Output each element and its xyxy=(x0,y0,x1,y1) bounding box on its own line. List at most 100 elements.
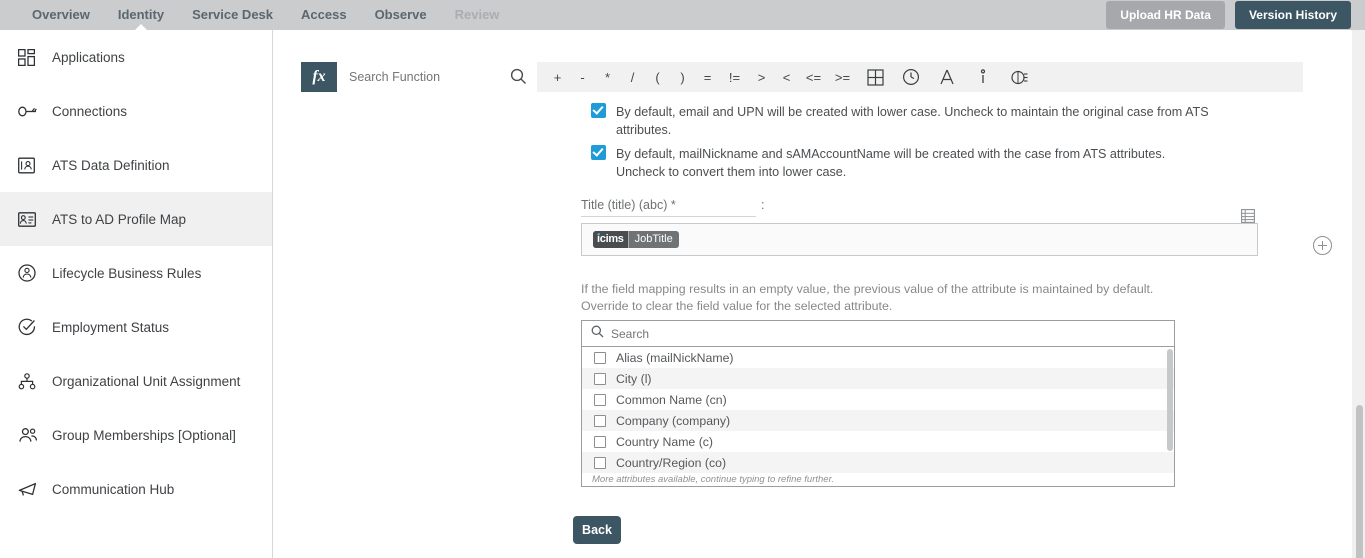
person-circle-icon xyxy=(18,262,44,284)
attribute-search-wrapper xyxy=(582,321,1174,347)
nav-tab-observe[interactable]: Observe xyxy=(361,0,441,30)
operator-button-11[interactable]: >= xyxy=(828,70,857,85)
sidebar-item-label: ATS to AD Profile Map xyxy=(52,211,187,227)
empty-value-note-line1: If the field mapping results in an empty… xyxy=(581,282,1154,296)
mailnickname-case-label: By default, mailNickname and sAMAccountN… xyxy=(616,147,1166,179)
operator-button-2[interactable]: * xyxy=(595,70,620,85)
attribute-option-row[interactable]: City (l) xyxy=(582,368,1174,389)
sidebar-item-connections[interactable]: Connections xyxy=(0,84,272,138)
attribute-option-checkbox[interactable] xyxy=(594,435,606,448)
attribute-option-checkbox[interactable] xyxy=(594,456,606,469)
attribute-option-row[interactable]: Alias (mailNickName) xyxy=(582,347,1174,368)
attribute-list-scrollbar[interactable] xyxy=(1167,349,1173,451)
sidebar-item-group-memberships-optional[interactable]: Group Memberships [Optional] xyxy=(0,408,272,462)
attribute-option-label: Alias (mailNickName) xyxy=(616,350,734,365)
mailnickname-case-row: By default, mailNickname and sAMAccountN… xyxy=(591,145,1216,181)
search-icon[interactable] xyxy=(510,68,527,90)
grid-icon xyxy=(18,46,44,68)
attribute-option-checkbox[interactable] xyxy=(594,414,606,427)
top-navigation-bar: Overview Identity Service Desk Access Observ… xyxy=(0,0,1365,31)
sidebar-item-lifecycle-business-rules[interactable]: Lifecycle Business Rules xyxy=(0,246,272,300)
clipped-header-text xyxy=(313,30,953,39)
sidebar-item-label: Employment Status xyxy=(52,319,170,335)
attribute-option-label: Country/Region (co) xyxy=(616,455,727,470)
sidebar-item-communication-hub[interactable]: Communication Hub xyxy=(0,462,272,516)
id-badge-icon xyxy=(18,208,44,230)
nav-tab-overview[interactable]: Overview xyxy=(18,0,104,30)
sidebar-item-label: Connections xyxy=(52,103,128,119)
sidebar-item-label: ATS Data Definition xyxy=(52,157,170,173)
source-field-token[interactable]: icims JobTitle xyxy=(593,231,679,248)
attribute-option-label: Common Name (cn) xyxy=(616,392,727,407)
operator-button-6[interactable]: = xyxy=(695,70,720,85)
text-format-icon[interactable] xyxy=(929,68,965,86)
attribute-option-list[interactable]: Alias (mailNickName) City (l) Common Name … xyxy=(582,347,1174,486)
attribute-picker-footnote: More attributes available, continue typi… xyxy=(582,474,1174,486)
people-icon xyxy=(18,424,44,446)
attribute-option-row[interactable]: Country Name (c) xyxy=(582,431,1174,452)
mapping-colon: : xyxy=(761,198,765,212)
attribute-option-label: City (l) xyxy=(616,371,652,386)
sidebar-item-ats-data-definition[interactable]: ATS Data Definition xyxy=(0,138,272,192)
source-field-token-label: JobTitle xyxy=(627,231,679,248)
megaphone-icon xyxy=(18,478,44,500)
empty-value-note: If the field mapping results in an empty… xyxy=(581,281,1201,315)
attribute-option-row[interactable]: Company (company) xyxy=(582,410,1174,431)
attribute-search-input[interactable] xyxy=(609,325,1009,342)
operator-button-3[interactable]: / xyxy=(620,70,645,85)
formula-toolbar: fx +-*/()=!=><<=>= xyxy=(301,62,1303,92)
operator-button-1[interactable]: - xyxy=(570,70,595,85)
back-button[interactable]: Back xyxy=(573,516,621,544)
clock-icon[interactable] xyxy=(893,68,929,86)
sidebar-item-label: Applications xyxy=(52,49,125,65)
version-history-button[interactable]: Version History xyxy=(1234,1,1351,29)
operator-button-4[interactable]: ( xyxy=(645,70,670,85)
sidebar-item-ats-to-ad-profile-map[interactable]: ATS to AD Profile Map xyxy=(0,192,272,246)
main-content-area: fx +-*/()=!=><<=>= xyxy=(273,30,1365,558)
sidebar-item-label: Group Memberships [Optional] xyxy=(52,427,236,443)
attribute-option-label: Company (company) xyxy=(616,413,731,428)
main-scrollbar[interactable] xyxy=(1356,405,1363,558)
profile-map-card: fx +-*/()=!=><<=>= xyxy=(273,30,1352,558)
function-search-wrapper xyxy=(337,62,537,92)
icims-logo-icon: icims xyxy=(593,231,628,248)
title-field-label: Title (title) (abc) * xyxy=(581,198,756,217)
attribute-option-label: Country Name (c) xyxy=(616,434,714,449)
sidebar-item-employment-status[interactable]: Employment Status xyxy=(0,300,272,354)
function-search-input[interactable] xyxy=(347,64,497,90)
attribute-option-checkbox[interactable] xyxy=(594,393,606,406)
upload-hr-data-button[interactable]: Upload HR Data xyxy=(1106,1,1225,29)
operator-button-9[interactable]: < xyxy=(774,70,799,85)
nav-tab-identity[interactable]: Identity xyxy=(104,0,178,31)
operator-button-10[interactable]: <= xyxy=(799,70,828,85)
logic-icon[interactable] xyxy=(1001,68,1037,87)
contact-card-icon xyxy=(18,154,44,176)
attribute-picker: Alias (mailNickName) City (l) Common Name … xyxy=(581,320,1175,487)
mailnickname-case-checkbox[interactable] xyxy=(591,145,606,160)
operator-button-7[interactable]: != xyxy=(720,70,749,85)
nav-tab-review[interactable]: Review xyxy=(441,0,514,30)
attribute-option-checkbox[interactable] xyxy=(594,351,606,364)
sidebar-item-label: Communication Hub xyxy=(52,481,175,497)
add-mapping-icon[interactable] xyxy=(1313,236,1332,255)
check-circle-icon xyxy=(18,316,44,338)
nav-tab-service-desk[interactable]: Service Desk xyxy=(178,0,287,30)
sidebar-item-applications[interactable]: Applications xyxy=(0,30,272,84)
info-icon[interactable] xyxy=(965,68,1001,86)
sidebar-item-label: Organizational Unit Assignment xyxy=(52,373,241,389)
calculator-icon[interactable] xyxy=(857,68,893,86)
operator-button-0[interactable]: + xyxy=(545,70,570,85)
operator-button-8[interactable]: > xyxy=(749,70,774,85)
lowercase-email-upn-checkbox[interactable] xyxy=(591,103,606,118)
key-icon xyxy=(18,100,44,122)
sidebar-item-organizational-unit-assignment[interactable]: Organizational Unit Assignment xyxy=(0,354,272,408)
attribute-option-row[interactable]: Common Name (cn) xyxy=(582,389,1174,410)
nav-tab-list: Overview Identity Service Desk Access Observ… xyxy=(0,0,514,31)
attribute-option-checkbox[interactable] xyxy=(594,372,606,385)
org-tree-icon xyxy=(18,370,44,392)
empty-value-note-line2: Override to clear the field value for th… xyxy=(581,299,893,313)
nav-tab-access[interactable]: Access xyxy=(287,0,361,30)
attribute-option-row[interactable]: Country/Region (co) xyxy=(582,452,1174,473)
operator-button-5[interactable]: ) xyxy=(670,70,695,85)
mapping-expression-field[interactable]: icims JobTitle xyxy=(581,223,1258,256)
